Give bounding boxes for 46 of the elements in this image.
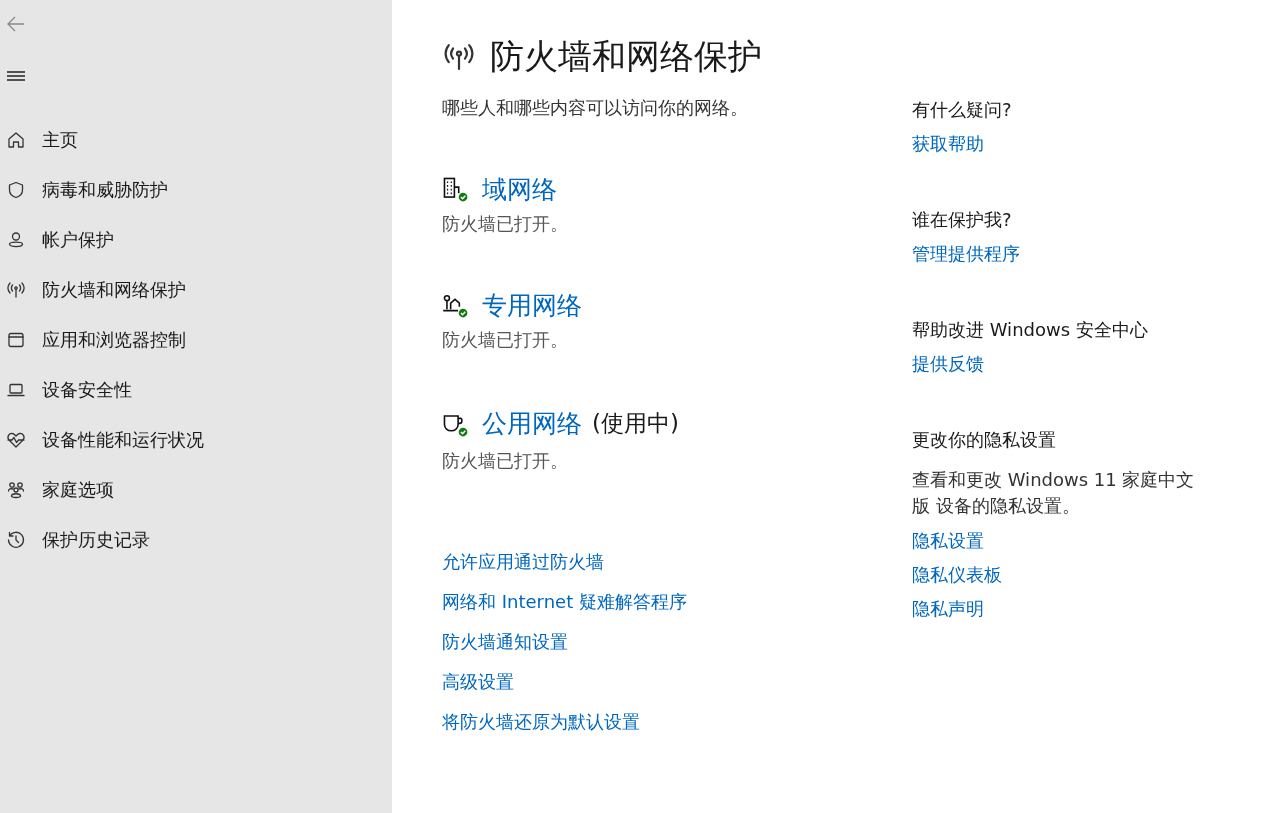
firewall-status: 防火墙已打开。 xyxy=(442,449,569,473)
shield-icon xyxy=(6,180,26,200)
firewall-status: 防火墙已打开。 xyxy=(442,328,569,352)
history-clock-icon xyxy=(6,530,26,550)
browser-window-icon xyxy=(6,330,26,350)
firewall-status: 防火墙已打开。 xyxy=(442,212,569,236)
heart-pulse-icon xyxy=(6,430,26,450)
settings-link[interactable]: 允许应用通过防火墙 xyxy=(442,549,912,574)
settings-link[interactable]: 防火墙通知设置 xyxy=(442,629,912,654)
sidebar-item[interactable]: 应用和浏览器控制 xyxy=(0,315,392,365)
sidebar-item[interactable]: 病毒和威胁防护 xyxy=(0,165,392,215)
network-link[interactable]: 公用网络 xyxy=(482,411,582,436)
home-network-icon xyxy=(442,294,461,312)
page-title: 防火墙和网络保护 xyxy=(490,35,762,78)
network-link[interactable]: 域网络 xyxy=(482,176,557,202)
help-link[interactable]: 管理提供程序 xyxy=(912,241,1222,266)
section-heading: 谁在保护我? xyxy=(912,208,1013,232)
sidebar-item[interactable]: 防火墙和网络保护 xyxy=(0,265,392,315)
help-link[interactable]: 隐私仪表板 xyxy=(912,562,1222,587)
settings-link[interactable]: 将防火墙还原为默认设置 xyxy=(442,709,912,734)
sidebar-item[interactable]: 保护历史记录 xyxy=(0,515,392,565)
help-link[interactable]: 隐私设置 xyxy=(912,528,1222,553)
section-heading: 有什么疑问? xyxy=(912,98,1013,122)
sidebar-item[interactable]: 家庭选项 xyxy=(0,465,392,515)
network-link[interactable]: 专用网络 xyxy=(482,292,582,318)
section-heading: 更改你的隐私设置 xyxy=(912,428,1057,452)
sidebar-item[interactable]: 帐户保护 xyxy=(0,215,392,265)
family-icon xyxy=(6,480,26,500)
home-icon xyxy=(6,130,26,150)
person-icon xyxy=(6,230,26,250)
settings-link[interactable]: 网络和 Internet 疑难解答程序 xyxy=(442,589,912,614)
sidebar-item[interactable]: 主页 xyxy=(0,115,392,165)
help-link[interactable]: 提供反馈 xyxy=(912,351,1222,376)
network-in-use-note: (使用中) xyxy=(592,409,679,438)
help-link[interactable]: 获取帮助 xyxy=(912,131,1222,156)
page-subtitle: 哪些人和哪些内容可以访问你的网络。 xyxy=(442,96,749,120)
section-text: 查看和更改 Windows 11 家庭中文版 设备的隐私设置。 xyxy=(912,468,1196,518)
help-link[interactable]: 隐私声明 xyxy=(912,596,1222,621)
sidebar-item[interactable]: 设备安全性 xyxy=(0,365,392,415)
antenna-icon xyxy=(6,280,26,300)
coffee-cup-icon xyxy=(443,414,463,432)
sidebar-item[interactable]: 设备性能和运行状况 xyxy=(0,415,392,465)
settings-link[interactable]: 高级设置 xyxy=(442,669,912,694)
back-button[interactable] xyxy=(6,14,26,34)
section-heading: 帮助改进 Windows 安全中心 xyxy=(912,318,1149,342)
building-icon xyxy=(443,177,460,198)
